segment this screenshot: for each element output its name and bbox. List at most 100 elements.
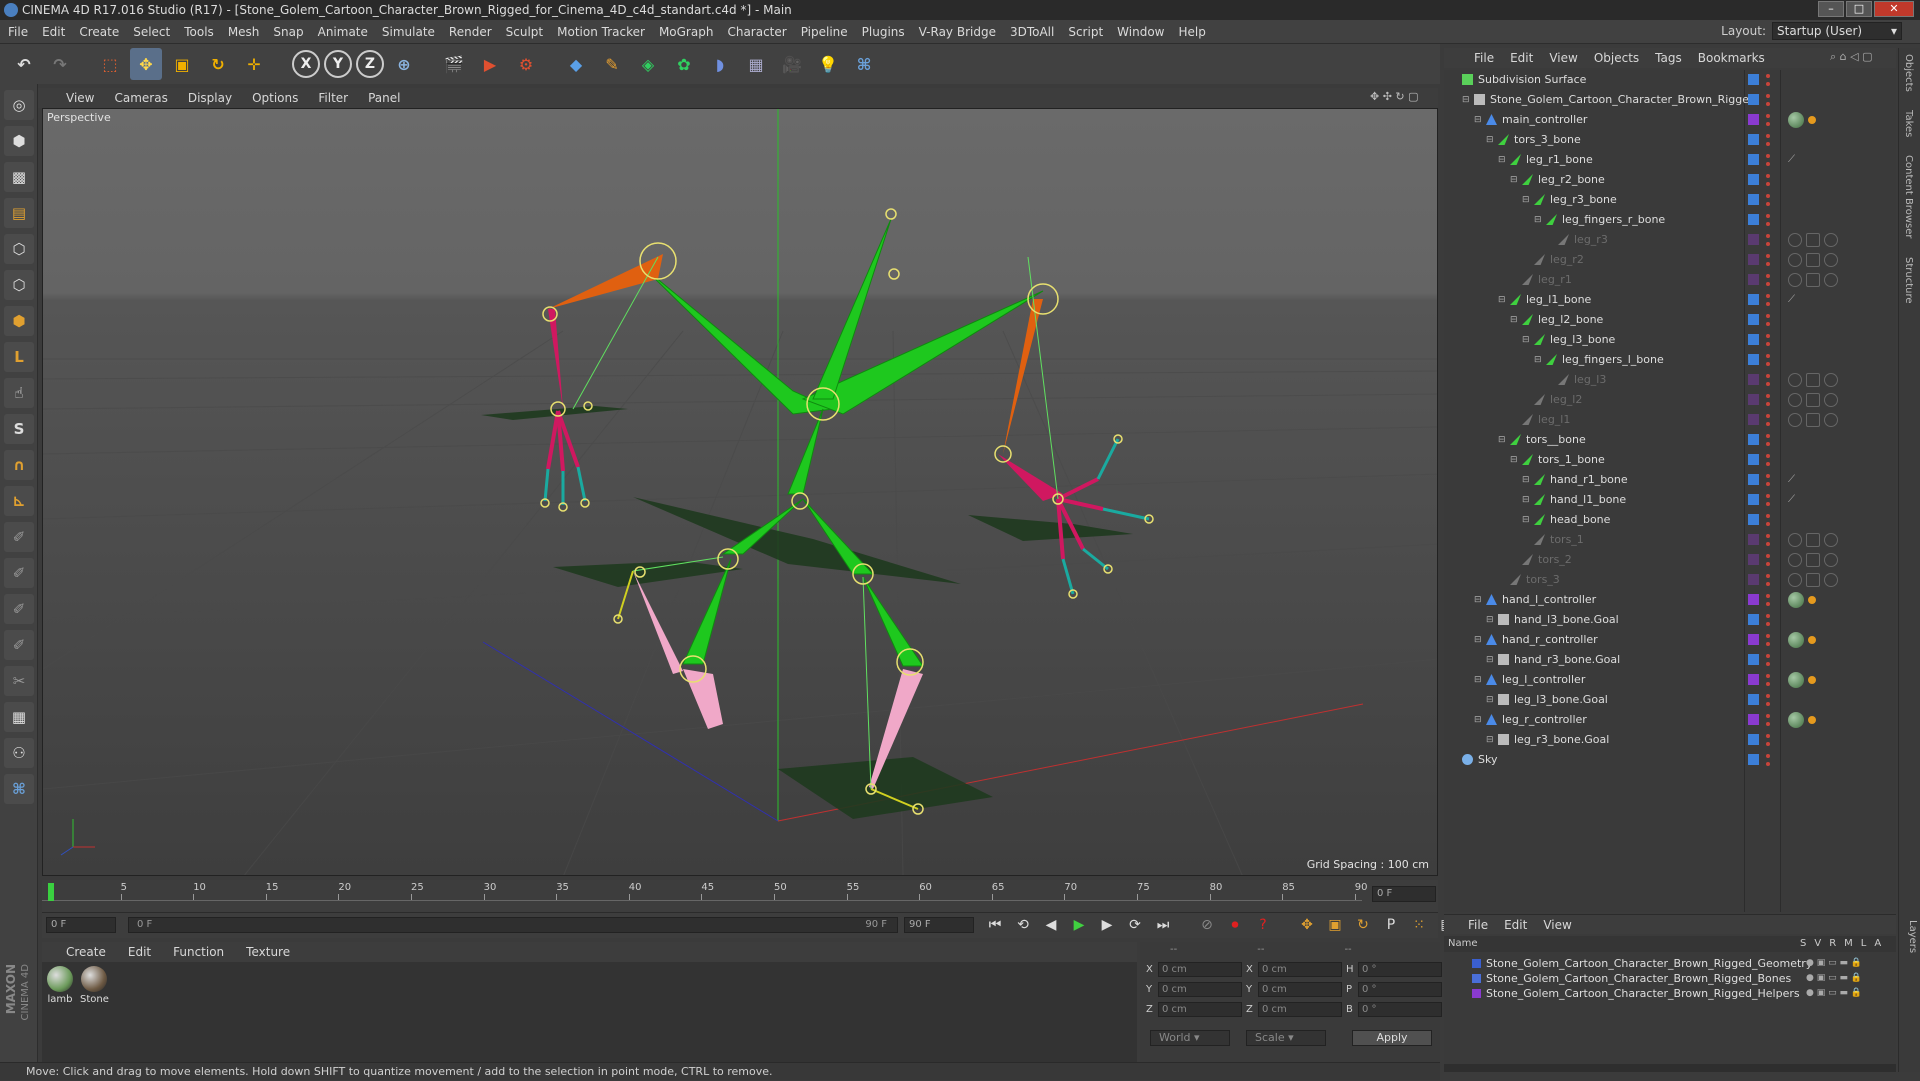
visibility-dots[interactable] — [1766, 233, 1770, 247]
material-tag-icon[interactable] — [1788, 592, 1804, 608]
visibility-dots[interactable] — [1766, 93, 1770, 107]
menu-character[interactable]: Character — [727, 25, 786, 39]
light-object-icon[interactable]: 💡 — [812, 48, 844, 80]
viewport-menu-display[interactable]: Display — [188, 91, 232, 105]
visibility-dots[interactable] — [1766, 573, 1770, 587]
grid-snap-icon[interactable]: ▦ — [4, 702, 34, 732]
object-tree-row[interactable]: leg_l1 — [1444, 410, 1896, 430]
viewport-menu-panel[interactable]: Panel — [368, 91, 400, 105]
layer-color-swatch[interactable] — [1748, 334, 1759, 345]
move-tool-icon[interactable]: ✥ — [130, 48, 162, 80]
floor-object-icon[interactable]: ▦ — [740, 48, 772, 80]
texture-mode-icon[interactable]: ▩ — [4, 162, 34, 192]
visibility-dots[interactable] — [1766, 173, 1770, 187]
layer-color-swatch[interactable] — [1748, 94, 1759, 105]
object-menu-edit[interactable]: Edit — [1510, 51, 1533, 65]
layer-color-swatch[interactable] — [1748, 454, 1759, 465]
layer-color-swatch[interactable] — [1748, 434, 1759, 445]
python-icon[interactable]: ⌘ — [4, 774, 34, 804]
material-menu-texture[interactable]: Texture — [246, 945, 290, 959]
minimize-button[interactable]: – — [1818, 1, 1844, 17]
key-parameter-icon[interactable]: P — [1380, 915, 1402, 935]
object-tree-row[interactable]: ⊟ leg_r1_bone ⟋ — [1444, 150, 1896, 170]
viewport-menu-filter[interactable]: Filter — [318, 91, 348, 105]
menu-mesh[interactable]: Mesh — [228, 25, 260, 39]
deformer-icon[interactable]: ◗ — [704, 48, 736, 80]
coordinate-space-dropdown[interactable]: World ▾ — [1150, 1030, 1230, 1046]
menu-window[interactable]: Window — [1117, 25, 1164, 39]
visibility-dots[interactable] — [1766, 153, 1770, 167]
visibility-dots[interactable] — [1766, 513, 1770, 527]
python-script-icon[interactable]: ⌘ — [848, 48, 880, 80]
layer-color-swatch[interactable] — [1748, 754, 1759, 765]
weight-tag-icon[interactable] — [1788, 533, 1802, 547]
keyframe-help-icon[interactable]: ? — [1252, 915, 1274, 935]
brush-tool-2-icon[interactable]: ✐ — [4, 558, 34, 588]
side-tab-takes[interactable]: Takes — [1903, 110, 1914, 137]
layer-menu-edit[interactable]: Edit — [1504, 918, 1527, 932]
scale-tool-icon[interactable]: ▣ — [166, 48, 198, 80]
points-mode-icon[interactable]: ⬡ — [4, 234, 34, 264]
coordinate-field[interactable]: 0 ° — [1358, 982, 1442, 997]
layer-color-swatch[interactable] — [1748, 374, 1759, 385]
object-tree-row[interactable]: ⊟ leg_l2_bone — [1444, 310, 1896, 330]
coordinate-field[interactable]: 0 cm — [1258, 982, 1342, 997]
object-tree-row[interactable]: tors_1 — [1444, 530, 1896, 550]
layer-color-swatch[interactable] — [1748, 194, 1759, 205]
menu-snap[interactable]: Snap — [273, 25, 303, 39]
side-tab-structure[interactable]: Structure — [1903, 257, 1914, 304]
visibility-dots[interactable] — [1766, 213, 1770, 227]
skin-tag-icon[interactable] — [1806, 233, 1820, 247]
tweak-mode-icon[interactable]: ☝ — [4, 378, 34, 408]
object-tree-row[interactable]: leg_l3 — [1444, 370, 1896, 390]
menu-edit[interactable]: Edit — [42, 25, 65, 39]
constraint-tag-icon[interactable] — [1808, 116, 1816, 124]
start-frame-field[interactable]: 0 F — [46, 917, 116, 933]
render-settings-icon[interactable]: ⚙ — [510, 48, 542, 80]
axis-mode-icon[interactable]: L — [4, 342, 34, 372]
object-tree-row[interactable]: ⊟ leg_r2_bone — [1444, 170, 1896, 190]
layer-color-swatch[interactable] — [1748, 214, 1759, 225]
visibility-dots[interactable] — [1766, 753, 1770, 767]
visibility-dots[interactable] — [1766, 553, 1770, 567]
layer-row[interactable]: Stone_Golem_Cartoon_Character_Brown_Rigg… — [1444, 971, 1896, 986]
key-position-icon[interactable]: ✥ — [1296, 915, 1318, 935]
object-menu-tags[interactable]: Tags — [1655, 51, 1682, 65]
close-button[interactable]: ✕ — [1874, 1, 1914, 17]
constraint-tag-icon[interactable] — [1808, 596, 1816, 604]
object-tree-row[interactable]: ⊟ leg_r_controller — [1444, 710, 1896, 730]
layer-color-swatch[interactable] — [1748, 274, 1759, 285]
coordinate-field[interactable]: 0 cm — [1158, 982, 1242, 997]
visibility-dots[interactable] — [1766, 313, 1770, 327]
expand-toggle-icon[interactable]: ⊟ — [1522, 470, 1530, 490]
material-menu-function[interactable]: Function — [173, 945, 224, 959]
menu-tools[interactable]: Tools — [184, 25, 214, 39]
layer-toggle-icons[interactable]: ● ▣ ▭ ▬ 🔒 — [1806, 971, 1862, 986]
render-view-icon[interactable]: 🎬 — [438, 48, 470, 80]
expand-toggle-icon[interactable]: ⊟ — [1486, 610, 1494, 630]
ik-tag-icon[interactable]: ⟋ — [1788, 474, 1800, 486]
apply-button[interactable]: Apply — [1352, 1030, 1432, 1046]
expand-toggle-icon[interactable]: ⊟ — [1486, 650, 1494, 670]
visibility-dots[interactable] — [1766, 473, 1770, 487]
x-axis-lock-button[interactable]: X — [292, 50, 320, 78]
camera-object-icon[interactable]: 🎥 — [776, 48, 808, 80]
object-tree-row[interactable]: ⊟ main_controller — [1444, 110, 1896, 130]
skin-tag-icon[interactable] — [1806, 253, 1820, 267]
layer-color-swatch[interactable] — [1748, 634, 1759, 645]
visibility-dots[interactable] — [1766, 113, 1770, 127]
layer-color-swatch[interactable] — [1748, 254, 1759, 265]
material-tag-icon[interactable] — [1788, 712, 1804, 728]
previous-frame-icon[interactable]: ◀ — [1040, 915, 1062, 935]
visibility-dots[interactable] — [1766, 693, 1770, 707]
coordinate-field[interactable]: 0 cm — [1158, 962, 1242, 977]
coordinate-field[interactable]: 0 cm — [1258, 1002, 1342, 1017]
layer-color-swatch[interactable] — [1748, 534, 1759, 545]
layer-color-swatch[interactable] — [1748, 234, 1759, 245]
live-selection-icon[interactable]: ⬚ — [94, 48, 126, 80]
layer-color-swatch[interactable] — [1748, 734, 1759, 745]
expand-toggle-icon[interactable]: ⊟ — [1462, 90, 1470, 110]
visibility-dots[interactable] — [1766, 453, 1770, 467]
expand-toggle-icon[interactable]: ⊟ — [1522, 490, 1530, 510]
weight-tag-icon[interactable] — [1788, 273, 1802, 287]
